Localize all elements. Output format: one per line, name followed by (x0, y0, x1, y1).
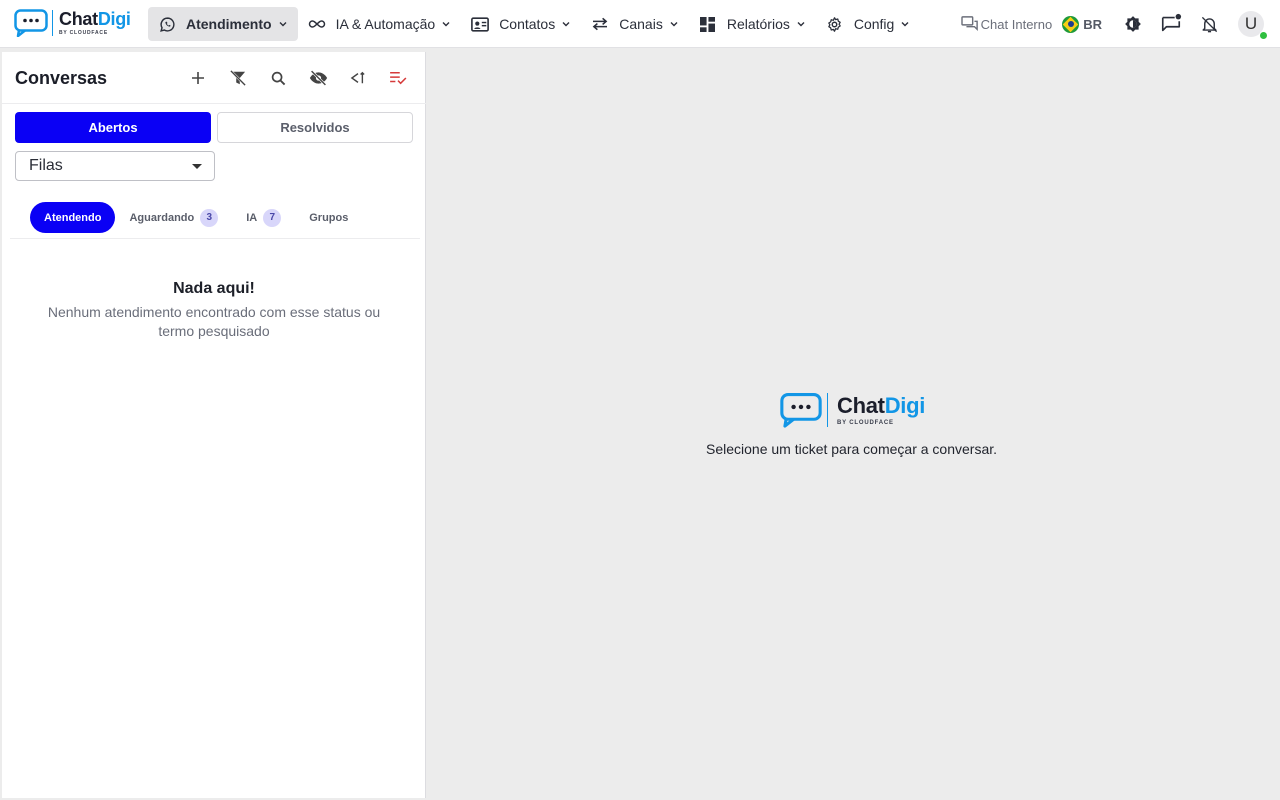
tab-resolvidos[interactable]: Resolvidos (217, 112, 413, 143)
select-ticket-message: Selecione um ticket para começar a conve… (705, 441, 998, 457)
plus-icon (192, 72, 204, 84)
nav-canais-label: Canais (619, 16, 663, 32)
logo-tagline: BY CLOUDFACE (837, 419, 894, 426)
count-badge: 7 (263, 208, 282, 227)
chat-bubble-logo-icon (14, 9, 48, 37)
chevron-down-icon (901, 22, 909, 27)
sidebar-toolbar (178, 58, 418, 98)
nav-config[interactable]: Config (816, 7, 920, 41)
chat-interno-label: Chat Interno (980, 16, 1053, 32)
logo-text: ChatDigi BY CLOUDFACE (837, 392, 926, 426)
tab-grupos[interactable]: Grupos (295, 202, 362, 233)
conversations-sidebar: Conversas Abertos Resolvidos Filas Atend… (2, 52, 426, 798)
logo-divider (827, 393, 828, 427)
nav-relatorios[interactable]: Relatórios (689, 7, 816, 41)
nav-relatorios-label: Relatórios (726, 16, 790, 32)
center-logo: ChatDigi BY CLOUDFACE (780, 392, 925, 428)
tab-aguardando-label: Aguardando (129, 211, 195, 224)
queue-select-value: Filas (29, 157, 63, 174)
brazil-flag-icon (1062, 15, 1080, 33)
nav-ia-automacao[interactable]: IA & Automação (298, 7, 462, 41)
toggle-visibility-button[interactable] (298, 58, 338, 98)
sidebar-title: Conversas (15, 68, 108, 88)
swap-arrows-icon (591, 15, 609, 33)
language-selector[interactable]: BR (1062, 15, 1102, 33)
infinity-icon (308, 15, 326, 33)
logo-word-digi: Digi (97, 9, 131, 29)
chat-messages-icon (960, 16, 978, 32)
eye-off-icon (309, 70, 327, 86)
app-logo[interactable]: ChatDigi BY CLOUDFACE (14, 9, 131, 37)
logo-divider (52, 10, 53, 36)
tab-atendendo[interactable]: Atendendo (30, 202, 116, 233)
collapse-icon (350, 71, 365, 84)
tab-atendendo-label: Atendendo (44, 211, 102, 224)
nav-contatos-label: Contatos (499, 16, 556, 32)
new-message-button[interactable] (1152, 0, 1190, 48)
empty-state: Nada aqui! Nenhum atendimento encontrado… (2, 280, 426, 341)
ticket-tabs: Atendendo Aguardando 3 IA 7 Grupos (10, 197, 420, 239)
tab-abertos[interactable]: Abertos (15, 112, 211, 143)
caret-down-icon (192, 164, 202, 169)
chat-notification-icon (1161, 13, 1182, 32)
chat-interno-button[interactable]: Chat Interno (960, 16, 1053, 32)
tab-ia[interactable]: IA 7 (232, 202, 295, 233)
user-initial: U (1244, 14, 1258, 33)
nav-ia-automacao-label: IA & Automação (335, 16, 436, 32)
chevron-down-icon (442, 22, 450, 27)
clear-filter-button[interactable] (218, 58, 258, 98)
sidebar-header: Conversas (2, 52, 426, 104)
logo-text: ChatDigi BY CLOUDFACE (59, 10, 131, 36)
contact-card-icon (471, 15, 490, 33)
whatsapp-icon (158, 15, 176, 33)
logo-tagline: BY CLOUDFACE (59, 30, 108, 36)
brightness-icon (1125, 16, 1141, 32)
nav-atendimento-label: Atendimento (186, 16, 272, 32)
main-nav: Atendimento IA & Automação Contatos Cana… (148, 7, 920, 41)
theme-toggle-button[interactable] (1114, 0, 1152, 48)
tab-aguardando[interactable]: Aguardando 3 (115, 202, 232, 233)
notifications-button[interactable] (1190, 0, 1228, 48)
empty-state-title: Nada aqui! (173, 280, 255, 297)
tab-ia-label: IA (246, 211, 258, 224)
top-navbar: ChatDigi BY CLOUDFACE Atendimento IA & A… (0, 0, 1280, 48)
queue-select[interactable]: Filas (15, 151, 215, 181)
chat-bubble-logo-icon (780, 393, 822, 428)
language-label: BR (1083, 16, 1102, 32)
nav-atendimento[interactable]: Atendimento (148, 7, 298, 41)
sort-button[interactable] (378, 58, 418, 98)
logo-word-chat: Chat (59, 9, 98, 29)
sort-check-icon (390, 71, 407, 85)
filter-off-icon (230, 70, 246, 86)
nav-config-label: Config (853, 16, 895, 32)
count-badge: 3 (200, 208, 219, 227)
collapse-sidebar-button[interactable] (338, 58, 378, 98)
nav-canais[interactable]: Canais (581, 7, 689, 41)
conversation-panel: ChatDigi BY CLOUDFACE Selecione um ticke… (427, 52, 1280, 798)
gear-icon (826, 15, 844, 33)
user-avatar[interactable]: U (1238, 11, 1268, 40)
new-conversation-button[interactable] (178, 58, 218, 98)
logo-word-digi: Digi (884, 392, 926, 418)
logo-word-chat: Chat (837, 392, 885, 418)
bell-off-icon (1201, 16, 1217, 32)
search-button[interactable] (258, 58, 298, 98)
tab-grupos-label: Grupos (309, 211, 349, 224)
chevron-down-icon (670, 22, 678, 27)
nav-contatos[interactable]: Contatos (461, 7, 581, 41)
status-segmented-control: Abertos Resolvidos (15, 112, 413, 143)
search-icon (271, 71, 285, 85)
empty-state-subtitle: Nenhum atendimento encontrado com esse s… (47, 304, 381, 339)
topbar-right: Chat Interno BR U (960, 0, 1280, 48)
online-status-dot (1259, 31, 1268, 40)
chevron-down-icon (562, 22, 570, 27)
chevron-down-icon (279, 22, 287, 27)
chevron-down-icon (797, 22, 805, 27)
dashboard-icon (699, 15, 717, 33)
